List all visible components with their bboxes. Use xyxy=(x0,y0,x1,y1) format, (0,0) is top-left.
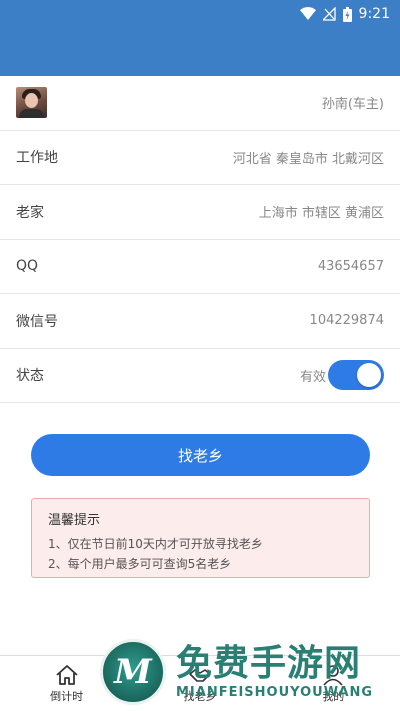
avatar[interactable] xyxy=(16,87,47,119)
tab-label: 我的 xyxy=(322,689,345,703)
tab-countdown[interactable]: 倒计时 xyxy=(0,656,133,711)
field-label: 老家 xyxy=(16,204,44,221)
field-value: 104229874 xyxy=(309,313,384,329)
toggle-knob xyxy=(357,363,381,388)
user-icon xyxy=(323,664,343,686)
status-value: 有效 xyxy=(299,369,326,385)
field-value: 43654657 xyxy=(317,258,384,274)
field-label: 工作地 xyxy=(16,150,58,167)
field-row-wechat[interactable]: 微信号 104229874 xyxy=(0,294,400,349)
wifi-icon xyxy=(299,7,316,20)
tips-title: 温馨提示 xyxy=(48,513,101,528)
tab-label: 找老乡 xyxy=(183,689,217,703)
profile-name: 孙南(车主) xyxy=(321,97,384,113)
status-toggle[interactable] xyxy=(328,360,384,391)
field-row-status: 状态 有效 xyxy=(0,349,400,403)
field-label: QQ xyxy=(16,258,39,275)
home-icon xyxy=(56,664,78,685)
status-label: 状态 xyxy=(16,368,44,385)
bottom-tab-bar: 倒计时 找老乡 我的 xyxy=(0,655,400,711)
field-row-hometown[interactable]: 老家 上海市 市辖区 黄浦区 xyxy=(0,185,400,240)
field-label: 微信号 xyxy=(16,313,58,330)
profile-header-row[interactable]: 孙南(车主) xyxy=(0,76,400,131)
tab-label: 倒计时 xyxy=(50,689,84,703)
field-row-qq[interactable]: QQ 43654657 xyxy=(0,240,400,294)
handshake-icon xyxy=(189,668,211,682)
field-value: 河北省 秦皇岛市 北戴河区 xyxy=(232,151,384,167)
signal-icon xyxy=(322,7,336,21)
field-row-workplace[interactable]: 工作地 河北省 秦皇岛市 北戴河区 xyxy=(0,131,400,185)
tips-line: 1、仅在节日前10天内才可开放寻找老乡 xyxy=(48,537,263,551)
profile-list: 孙南(车主) 工作地 河北省 秦皇岛市 北戴河区 老家 上海市 市辖区 黄浦区 … xyxy=(0,76,400,403)
tips-line: 2、每个用户最多可可查询5名老乡 xyxy=(48,557,232,571)
status-time: 9:21 xyxy=(358,6,390,22)
tab-mine[interactable]: 我的 xyxy=(267,656,400,711)
tab-find-fellow[interactable]: 找老乡 xyxy=(133,656,266,711)
status-control: 有效 xyxy=(299,360,384,391)
app-bar xyxy=(0,28,400,76)
tips-box: 温馨提示 1、仅在节日前10天内才可开放寻找老乡 2、每个用户最多可可查询5名老… xyxy=(31,498,370,578)
status-bar: 9:21 xyxy=(0,0,400,28)
battery-charging-icon xyxy=(342,6,352,22)
field-value: 上海市 市辖区 黄浦区 xyxy=(258,206,384,222)
find-fellow-button[interactable]: 找老乡 xyxy=(31,434,370,476)
